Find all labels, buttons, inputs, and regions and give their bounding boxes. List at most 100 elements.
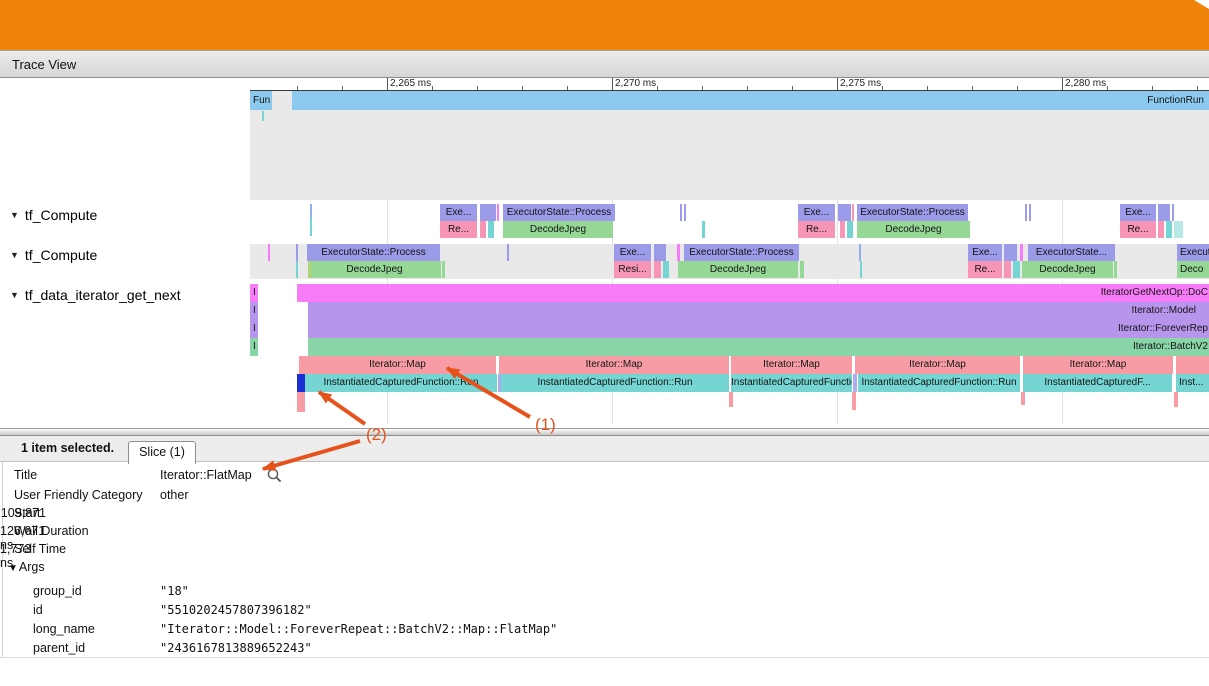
trace-event-bar[interactable]: Iterator::ForeverRep (308, 320, 1209, 338)
trace-event-bar[interactable]: Re... (1120, 221, 1156, 238)
trace-event-bar[interactable]: I (250, 302, 258, 320)
trace-event-bar[interactable]: Exe... (614, 244, 651, 261)
trace-event-bar[interactable]: Iterator::Map (855, 356, 1020, 374)
trace-event-bar[interactable] (852, 204, 854, 221)
trace-event-bar[interactable] (310, 204, 312, 218)
trace-event-bar[interactable] (1174, 221, 1183, 238)
track-label-row[interactable]: ▼tf_Compute (0, 246, 245, 264)
trace-event-bar[interactable] (654, 261, 661, 278)
trace-event-bar[interactable] (847, 221, 853, 238)
trace-event-bar[interactable]: ExecutorState::Process (307, 244, 440, 261)
trace-event-bar[interactable]: ExecutorState... (1028, 244, 1115, 261)
track-label-row[interactable]: ▼tf_data_iterator_get_next (0, 286, 245, 304)
tab-slice[interactable]: Slice (1) (128, 441, 196, 464)
trace-event-bar[interactable] (860, 261, 862, 278)
trace-event-bar[interactable]: Re... (968, 261, 1002, 278)
trace-event-bar[interactable] (859, 244, 861, 261)
trace-event-bar[interactable]: InstantiatedCapturedFunction::Run (731, 374, 852, 392)
track-expander-icon[interactable]: ▼ (10, 290, 19, 300)
trace-event-bar[interactable]: Resi... (614, 261, 651, 278)
trace-event-bar[interactable]: InstantiatedCapturedFunction::Run (305, 374, 497, 392)
trace-event-bar[interactable]: ExecutorState::Process (503, 204, 615, 221)
trace-event-bar[interactable] (838, 204, 851, 221)
trace-event-bar[interactable] (840, 221, 845, 238)
trace-event-bar[interactable]: DecodeJpeg (503, 221, 613, 238)
trace-event-bar[interactable] (663, 261, 669, 278)
trace-event-bar[interactable]: Execut (1177, 244, 1209, 261)
trace-event-bar[interactable]: InstantiatedCapturedF... (1023, 374, 1172, 392)
trace-event-bar[interactable] (1114, 261, 1117, 278)
trace-event-bar[interactable] (680, 204, 682, 221)
trace-event-bar[interactable] (507, 244, 509, 261)
trace-event-bar[interactable] (309, 261, 311, 278)
trace-event-bar[interactable]: ExecutorState::Process (857, 204, 968, 221)
trace-event-bar[interactable]: Exe... (440, 204, 477, 221)
trace-event-bar[interactable]: Exe... (1120, 204, 1156, 221)
trace-event-bar[interactable] (262, 111, 264, 121)
trace-event-bar[interactable] (1158, 204, 1170, 221)
trace-event-bar[interactable]: Re... (798, 221, 835, 238)
trace-event-bar[interactable] (297, 374, 305, 392)
trace-event-bar[interactable] (800, 261, 804, 278)
track-label-row[interactable]: ▼tf_Compute (0, 206, 245, 224)
trace-event-bar[interactable] (684, 204, 686, 221)
trace-event-bar[interactable]: Deco (1177, 261, 1209, 278)
trace-event-bar[interactable] (1172, 204, 1174, 221)
trace-event-bar[interactable]: DecodeJpeg (308, 261, 441, 278)
trace-event-bar[interactable]: I (250, 320, 258, 338)
trace-event-bar[interactable] (1158, 221, 1164, 238)
trace-event-bar[interactable] (1020, 244, 1023, 261)
trace-event-bar[interactable]: DecodeJpeg (1022, 261, 1113, 278)
trace-event-bar[interactable] (310, 218, 312, 236)
track-expander-icon[interactable]: ▼ (10, 250, 19, 260)
trace-event-bar[interactable] (296, 244, 298, 261)
trace-event-bar[interactable] (729, 392, 733, 407)
trace-event-bar[interactable]: Exe... (798, 204, 835, 221)
track-expander-icon[interactable]: ▼ (10, 210, 19, 220)
trace-event-bar[interactable]: Iterator::BatchV2 (308, 338, 1209, 356)
trace-event-bar[interactable] (853, 374, 857, 392)
trace-event-bar[interactable] (1021, 392, 1025, 405)
magnifier-icon[interactable] (266, 467, 283, 484)
trace-event-bar[interactable]: DecodeJpeg (857, 221, 970, 238)
trace-event-bar[interactable] (1025, 204, 1027, 221)
trace-event-bar[interactable] (268, 244, 270, 261)
trace-event-bar[interactable]: InstantiatedCapturedFunction::Run (858, 374, 1020, 392)
ruler-tick-major (1062, 78, 1063, 90)
trace-event-bar[interactable]: Iterator::Model (308, 302, 1209, 320)
trace-event-bar[interactable] (1004, 261, 1011, 278)
trace-event-bar[interactable]: ExecutorState::Process (684, 244, 799, 261)
trace-event-bar[interactable]: FunctionRun (292, 91, 1209, 110)
trace-event-bar[interactable] (497, 204, 499, 221)
trace-event-bar[interactable]: Exe... (968, 244, 1002, 261)
trace-event-bar[interactable]: Iterator::Map (731, 356, 852, 374)
trace-event-bar[interactable] (297, 392, 305, 412)
trace-event-bar[interactable] (1174, 392, 1178, 407)
trace-event-bar[interactable]: I (250, 284, 258, 302)
trace-event-bar[interactable] (702, 221, 705, 238)
trace-event-bar[interactable]: IteratorGetNextOp::DoC (297, 284, 1209, 302)
trace-event-bar[interactable]: Iterator::Map (499, 356, 729, 374)
trace-event-bar[interactable] (480, 221, 486, 238)
trace-event-bar[interactable]: Fun (250, 91, 272, 110)
trace-event-bar[interactable]: InstantiatedCapturedFunction::Run (501, 374, 729, 392)
panel-splitter[interactable] (0, 428, 1209, 436)
trace-event-bar[interactable]: Iterator::Map (1023, 356, 1173, 374)
trace-event-bar[interactable]: I (250, 338, 258, 356)
trace-event-bar[interactable] (1166, 221, 1172, 238)
trace-event-bar[interactable] (677, 244, 680, 261)
trace-event-bar[interactable] (852, 392, 856, 410)
trace-event-bar[interactable] (1013, 261, 1020, 278)
trace-event-bar[interactable] (296, 261, 298, 278)
trace-event-bar[interactable] (654, 244, 666, 261)
trace-event-bar[interactable] (1176, 356, 1209, 374)
trace-event-bar[interactable]: DecodeJpeg (678, 261, 798, 278)
trace-event-bar[interactable]: Re... (440, 221, 477, 238)
trace-event-bar[interactable] (488, 221, 494, 238)
trace-event-bar[interactable] (442, 261, 445, 278)
trace-event-bar[interactable]: Inst... (1176, 374, 1209, 392)
trace-event-bar[interactable] (1029, 204, 1031, 221)
trace-event-bar[interactable]: Iterator::Map (299, 356, 496, 374)
trace-event-bar[interactable] (480, 204, 496, 221)
trace-event-bar[interactable] (1004, 244, 1017, 261)
